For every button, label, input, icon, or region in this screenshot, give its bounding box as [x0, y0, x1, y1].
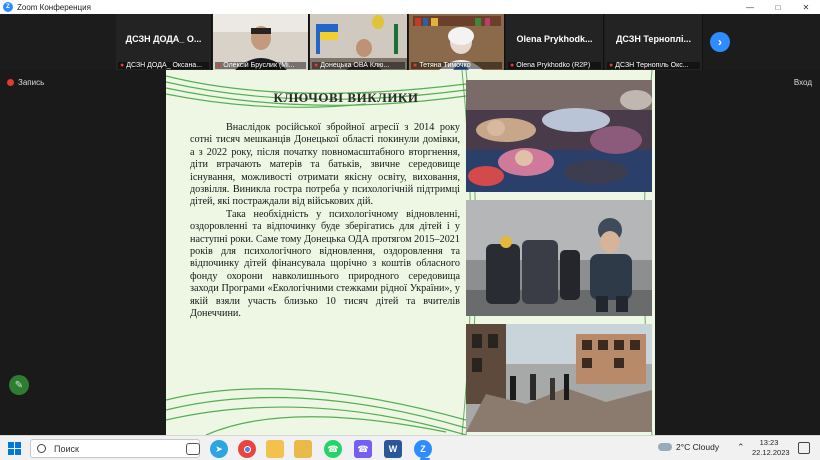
window-title: Zoom Конференция [17, 2, 91, 12]
participant-label: ● ДСЗН Тернопіль Окс... [607, 62, 700, 69]
participant-video-tile[interactable]: ● Тетяна Тимочко [409, 14, 505, 70]
taskbar-search[interactable]: Поиск [30, 439, 200, 458]
participant-video-tile[interactable]: ● Донецька ОВА Клю... [310, 14, 408, 70]
chevron-right-icon: › [718, 35, 722, 49]
slide-body: Внаслідок російської збройної агресії з … [190, 122, 460, 321]
slide-paragraph: Внаслідок російської збройної агресії з … [190, 122, 460, 208]
muted-mic-icon: ● [314, 62, 319, 69]
task-view-icon[interactable] [186, 443, 200, 455]
participant-tile[interactable]: ДСЗН ДОДА_ О... ● ДСЗН ДОДА_ Оксана... [116, 14, 212, 70]
slide-photo-child-with-bags [466, 200, 652, 316]
notification-center-icon[interactable] [798, 442, 810, 454]
participant-tile[interactable]: Olena Prykhodk... ● Olena Prykhodko (R2P) [506, 14, 604, 70]
search-label: Поиск [54, 443, 79, 454]
file-explorer-icon[interactable] [266, 440, 284, 458]
weather-widget[interactable]: 2°C Cloudy [658, 442, 719, 452]
slide-photo-sleeping-children [466, 80, 652, 192]
participant-label: ● Олексій Бруслик (Мі... [215, 62, 306, 69]
shared-screen-slide: КЛЮЧОВІ ВИКЛИКИ Внаслідок російської збр… [166, 70, 655, 435]
word-icon[interactable]: W [384, 440, 402, 458]
participant-label: ● Тетяна Тимочко [411, 62, 502, 69]
muted-mic-icon: ● [413, 62, 418, 69]
minimize-icon[interactable]: — [738, 0, 762, 14]
muted-mic-icon: ● [510, 62, 515, 69]
login-button[interactable]: Вход [794, 78, 812, 87]
folder-icon[interactable] [294, 440, 312, 458]
show-hidden-icons-chevron-icon[interactable]: ⌃ [737, 442, 745, 453]
participant-tile[interactable]: ДСЗН Терноплі... ● ДСЗН Тернопіль Окс... [605, 14, 703, 70]
participant-video-tile[interactable]: ● Олексій Бруслик (Мі... [213, 14, 309, 70]
participant-label: ● Olena Prykhodko (R2P) [508, 62, 601, 69]
clock-date: 22.12.2023 [752, 448, 790, 457]
slide-title: КЛЮЧОВІ ВИКЛИКИ [273, 90, 419, 105]
muted-mic-icon: ● [609, 62, 614, 69]
chrome-icon[interactable] [238, 440, 256, 458]
cloud-icon [658, 443, 672, 451]
meeting-main-area: Запись Вход ✎ КЛЮЧОВІ ВИКЛИКИ Внаслідок … [0, 70, 820, 435]
clock-time: 13:23 [759, 438, 779, 447]
maximize-icon[interactable]: □ [766, 0, 790, 14]
annotate-pen-button[interactable]: ✎ [9, 375, 29, 395]
pen-icon: ✎ [14, 379, 24, 391]
whatsapp-icon[interactable]: ☎ [324, 440, 342, 458]
participant-name: ДСЗН ДОДА_ О... [125, 34, 202, 44]
search-icon [37, 444, 46, 453]
close-icon[interactable]: ✕ [794, 0, 818, 14]
muted-mic-icon: ● [217, 62, 222, 69]
taskbar-clock[interactable]: 13:23 22.12.2023 [752, 438, 790, 458]
weather-text: 2°C Cloudy [676, 442, 720, 452]
record-icon [7, 79, 14, 86]
zoom-logo-icon: Z [3, 2, 13, 12]
participant-name: ДСЗН Терноплі... [615, 34, 692, 44]
windows-taskbar: Поиск ➤ ☎ ☎ W Z 2°C Cloudy ⌃ 13:23 22.12… [0, 435, 820, 460]
windows-start-icon[interactable] [8, 442, 21, 455]
participant-label: ● ДСЗН ДОДА_ Оксана... [118, 62, 209, 69]
participant-name: Olena Prykhodk... [516, 34, 593, 44]
muted-mic-icon: ● [120, 62, 125, 69]
zoom-icon[interactable]: Z [414, 440, 432, 458]
slide-photo-destroyed-school [466, 324, 652, 432]
window-titlebar: Z Zoom Конференция — □ ✕ [0, 0, 820, 14]
participant-label: ● Донецька ОВА Клю... [312, 62, 405, 69]
slide-paragraph: Така необхідність у психологічному відно… [190, 208, 460, 320]
participant-strip: ДСЗН ДОДА_ О... ● ДСЗН ДОДА_ Оксана... ● О… [0, 14, 820, 70]
telegram-icon[interactable]: ➤ [210, 440, 228, 458]
next-participants-button[interactable]: › [710, 32, 730, 52]
recording-indicator[interactable]: Запись [7, 78, 44, 87]
recording-label: Запись [18, 78, 45, 87]
viber-icon[interactable]: ☎ [354, 440, 372, 458]
